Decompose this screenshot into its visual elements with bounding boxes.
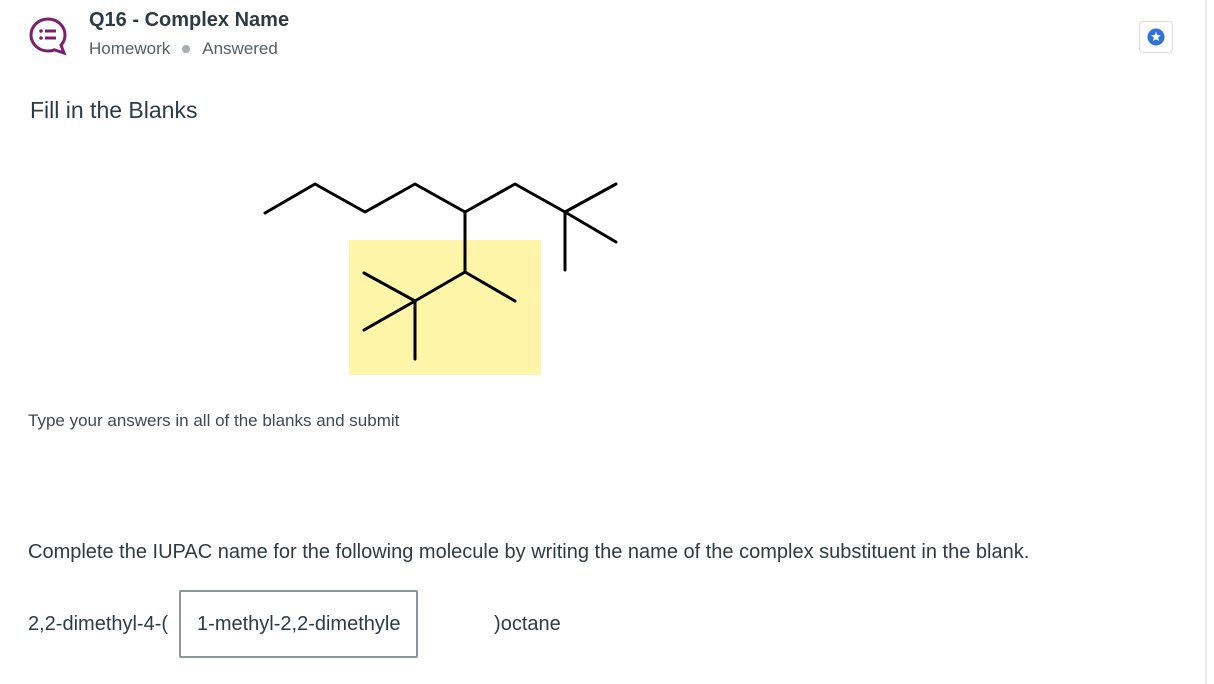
answer-row: 2,2-dimethyl-4-( )octane [28,590,561,658]
question-prompt: Complete the IUPAC name for the followin… [28,541,1030,563]
question-meta: Homework Answered [89,39,278,59]
answer-suffix: )octane [494,612,561,635]
question-type: Homework [89,39,171,58]
bookmark-button[interactable] [1139,21,1173,53]
star-badge-icon [1147,28,1165,46]
end-branch-down [563,210,618,244]
question-title: Q16 - Complex Name [89,9,290,31]
substituent-highlight [349,240,541,375]
question-status: Answered [202,39,278,58]
right-divider [1205,0,1207,684]
section-title: Fill in the Blanks [30,97,198,123]
blank-answer-input[interactable] [179,590,419,658]
main-chain [263,182,567,215]
end-branch-up [563,182,618,214]
question-page: Q16 - Complex Name Homework Answered Fil… [0,0,1214,684]
molecule-figure [250,170,650,390]
question-list-icon [28,16,68,56]
answer-prefix: 2,2-dimethyl-4-( [28,612,169,635]
instructions-text: Type your answers in all of the blanks a… [28,411,400,430]
separator-dot-icon [182,45,191,53]
